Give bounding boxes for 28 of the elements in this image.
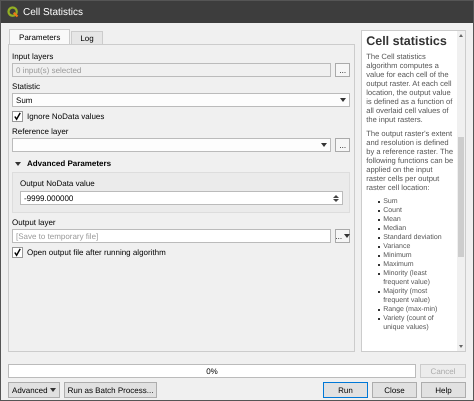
nodata-spinbox[interactable]: -9999.000000 <box>20 191 344 205</box>
progress-text: 0% <box>206 366 218 376</box>
browse-button[interactable]: ... <box>335 63 350 77</box>
help-title: Cell statistics <box>366 34 448 48</box>
checkbox-label[interactable]: Open output file after running algorithm <box>27 248 166 257</box>
help-button[interactable]: Help <box>421 382 466 398</box>
field-label: Output layer <box>12 218 56 227</box>
tab[interactable]: Parameters <box>9 29 70 44</box>
close-button[interactable]: Close <box>372 382 417 398</box>
browse-button[interactable]: ... <box>335 138 350 152</box>
output-field[interactable]: [Save to temporary file] <box>12 229 332 243</box>
run-button[interactable]: Run <box>323 382 368 398</box>
app-logo-icon <box>7 6 19 18</box>
field-label: Statistic <box>12 82 40 91</box>
statistic-dropdown[interactable]: Sum <box>12 93 350 107</box>
window-title: Cell Statistics <box>23 6 84 18</box>
advanced-button[interactable]: Advanced <box>8 382 60 398</box>
scrollbar[interactable] <box>457 31 465 351</box>
tab[interactable]: Log <box>71 31 103 44</box>
field-label: Input layers <box>12 52 54 61</box>
checkbox-label[interactable]: Ignore NoData values <box>27 112 104 121</box>
field-label: Output NoData value <box>20 179 95 188</box>
batch-button[interactable]: Run as Batch Process... <box>64 382 158 398</box>
checkbox[interactable] <box>12 247 23 258</box>
browse-button[interactable]: ... <box>335 229 350 243</box>
checkbox[interactable] <box>12 111 23 122</box>
field-label: Reference layer <box>12 127 68 136</box>
advanced-toggle[interactable]: Advanced Parameters <box>12 159 112 168</box>
